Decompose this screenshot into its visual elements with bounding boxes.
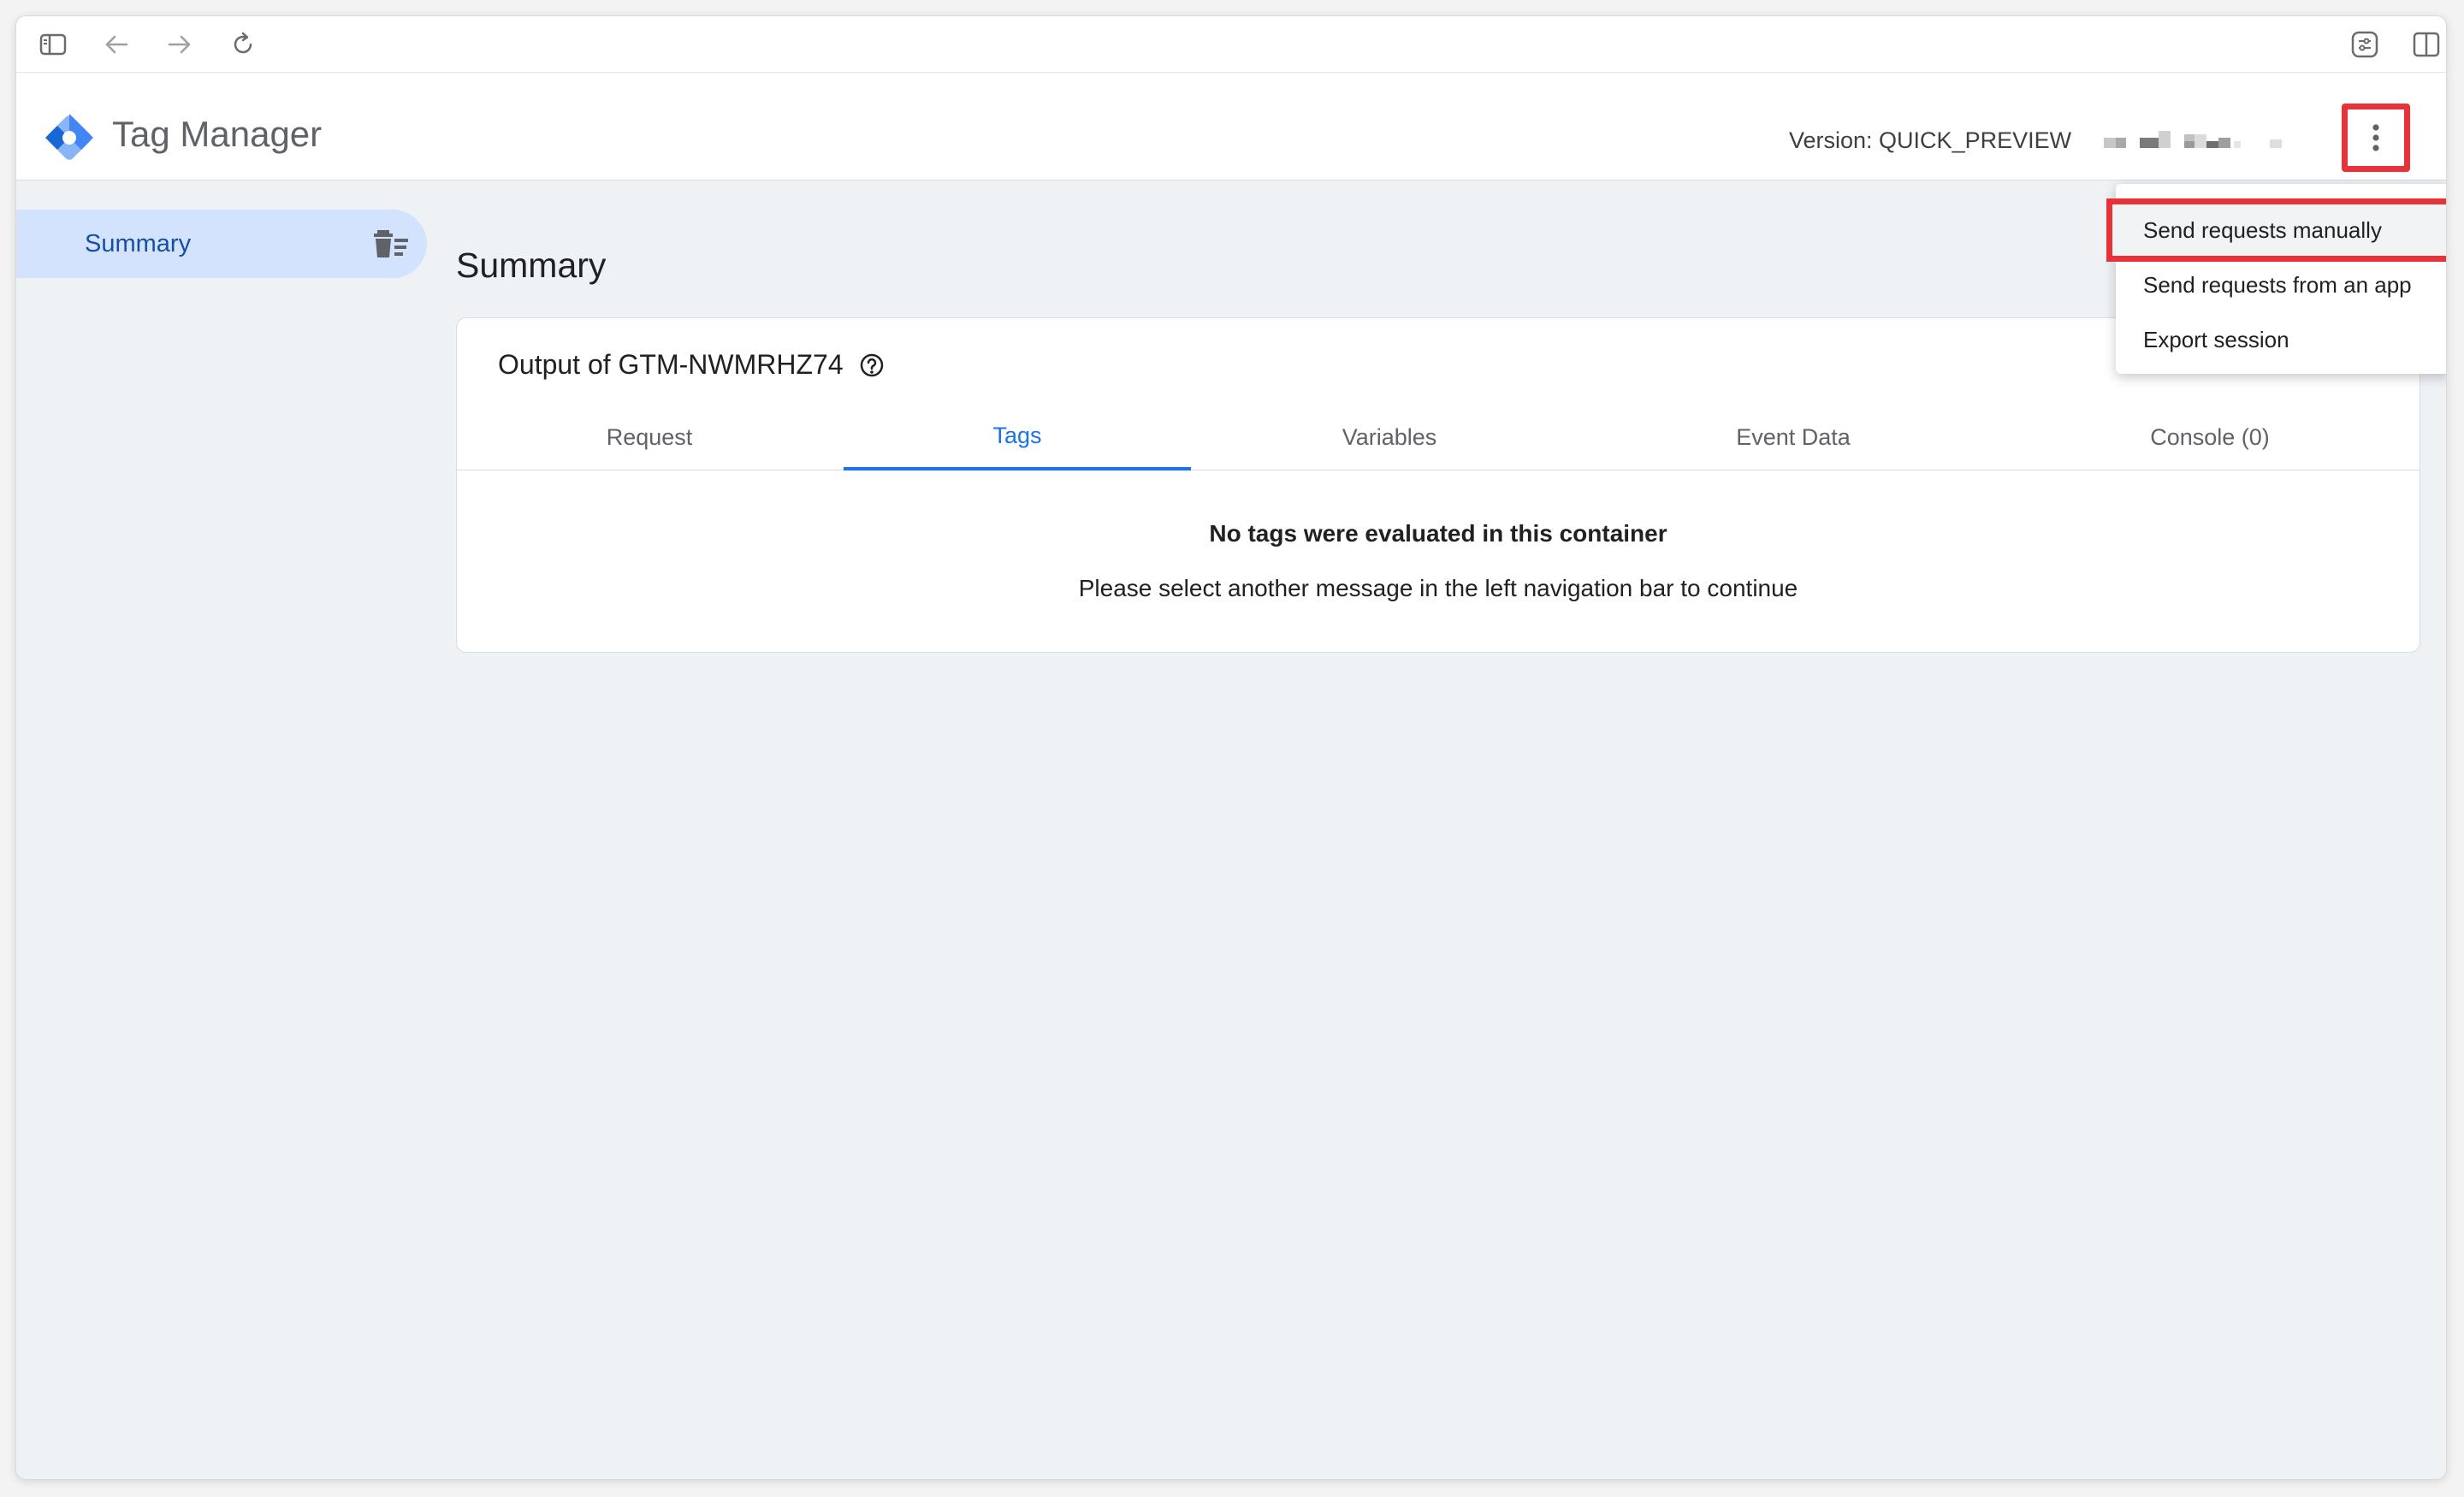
sidebar-item-label: Summary bbox=[85, 230, 192, 257]
tab-tags[interactable]: Tags bbox=[844, 404, 1191, 470]
more-vert-icon bbox=[2372, 124, 2379, 151]
browser-window: Tag Manager Version: QUICK_PREVIEW Summa… bbox=[15, 15, 2447, 1480]
tag-manager-logo bbox=[42, 110, 97, 165]
browser-toolbar bbox=[16, 16, 2446, 73]
sidebar-item-summary[interactable]: Summary bbox=[16, 210, 427, 278]
menu-item-export-session[interactable]: Export session bbox=[2116, 312, 2446, 367]
split-view-icon[interactable] bbox=[2410, 28, 2443, 61]
more-options-button[interactable] bbox=[2342, 104, 2410, 172]
tab-event-data[interactable]: Event Data bbox=[1588, 404, 1999, 470]
redacted-account-info bbox=[2104, 126, 2309, 155]
tab-request[interactable]: Request bbox=[457, 404, 842, 470]
page-title: Summary bbox=[456, 246, 607, 285]
version-label: Version: QUICK_PREVIEW bbox=[1789, 127, 2072, 153]
app-title: Tag Manager bbox=[112, 114, 323, 154]
empty-state-message: Please select another message in the lef… bbox=[1078, 575, 1798, 601]
tab-console[interactable]: Console (0) bbox=[1999, 404, 2421, 470]
reload-icon[interactable] bbox=[227, 28, 259, 61]
back-arrow-icon[interactable] bbox=[100, 28, 133, 61]
card-title: Output of GTM-NWMRHZ74 bbox=[498, 349, 844, 380]
help-icon[interactable] bbox=[859, 352, 885, 378]
sidebar-toggle-icon[interactable] bbox=[37, 28, 69, 61]
extension-icon[interactable] bbox=[2348, 28, 2381, 61]
app-header: Tag Manager Version: QUICK_PREVIEW bbox=[16, 73, 2446, 180]
tab-variables[interactable]: Variables bbox=[1191, 404, 1588, 470]
empty-state-title: No tags were evaluated in this container bbox=[1209, 520, 1667, 547]
forward-arrow-icon[interactable] bbox=[163, 28, 196, 61]
more-options-menu: Send requests manually Send requests fro… bbox=[2106, 184, 2446, 374]
menu-item-send-requests-manually[interactable]: Send requests manually bbox=[2106, 198, 2446, 262]
menu-item-send-requests-from-app[interactable]: Send requests from an app bbox=[2116, 257, 2446, 312]
tab-bar: Request Tags Variables Event Data Consol… bbox=[457, 404, 2420, 470]
clear-list-icon[interactable] bbox=[374, 228, 408, 259]
